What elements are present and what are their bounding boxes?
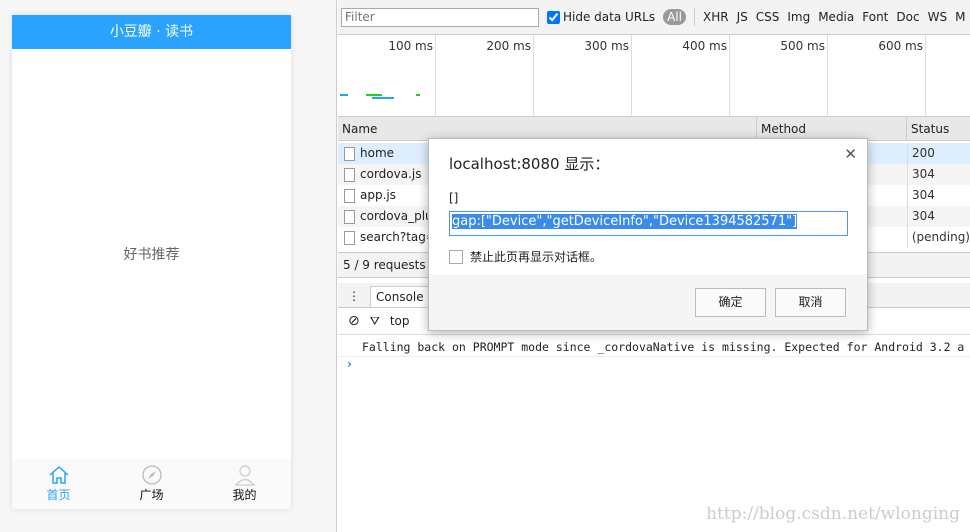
file-icon bbox=[344, 146, 355, 161]
dialog-title: localhost:8080 显示： bbox=[449, 155, 610, 173]
tick-label: 500 ms bbox=[730, 35, 828, 116]
dialog-footer: 确定 取消 bbox=[429, 275, 867, 330]
type-filter-ws[interactable]: WS bbox=[928, 10, 947, 24]
hide-data-urls-checkbox[interactable]: Hide data URLs bbox=[547, 10, 655, 24]
tick-label: 300 ms bbox=[534, 35, 632, 116]
console-prompt[interactable]: › bbox=[338, 357, 970, 371]
network-toolbar: Hide data URLs All XHR JS CSS Img Media … bbox=[338, 0, 970, 35]
request-name: home bbox=[360, 146, 395, 160]
type-filter-more[interactable]: M bbox=[955, 10, 965, 24]
suppress-dialogs-checkbox[interactable]: 禁止此页再显示对话框。 bbox=[449, 248, 867, 265]
checkbox-label: Hide data URLs bbox=[563, 10, 656, 24]
network-overview[interactable]: 100 ms 200 ms 300 ms 400 ms 500 ms 600 m… bbox=[338, 35, 970, 117]
type-filter-js[interactable]: JS bbox=[737, 10, 748, 24]
file-icon bbox=[344, 209, 355, 224]
column-status[interactable]: Status bbox=[907, 117, 949, 140]
request-status: 304 bbox=[907, 185, 935, 206]
checkbox[interactable] bbox=[547, 10, 560, 24]
tick-label: 100 ms bbox=[338, 35, 436, 116]
request-name: cordova.js bbox=[360, 167, 422, 181]
file-icon bbox=[344, 167, 355, 182]
request-status: (pending) bbox=[906, 227, 970, 248]
watermark: http://blog.csdn.net/wlonging bbox=[706, 504, 960, 524]
column-name[interactable]: Name bbox=[338, 117, 757, 140]
timing-bar bbox=[416, 94, 420, 96]
tab-mine[interactable]: 我的 bbox=[198, 459, 291, 509]
clear-console-icon[interactable]: ⊘ bbox=[348, 313, 360, 329]
type-filter-doc[interactable]: Doc bbox=[896, 10, 919, 24]
timing-bar bbox=[340, 94, 348, 96]
prompt-input[interactable]: gap:["Device","getDeviceInfo","Device139… bbox=[449, 211, 848, 236]
compass-icon bbox=[141, 465, 162, 485]
request-name: search?tag= bbox=[360, 230, 436, 244]
timing-bar bbox=[366, 94, 382, 96]
close-icon[interactable]: ✕ bbox=[844, 145, 857, 163]
type-filter-font[interactable]: Font bbox=[862, 10, 888, 24]
tab-console[interactable]: Console bbox=[370, 286, 430, 307]
type-filter-css[interactable]: CSS bbox=[756, 10, 780, 24]
tab-bar: 首页 广场 我的 bbox=[12, 459, 291, 509]
request-status: 200 bbox=[907, 143, 935, 164]
type-filter-img[interactable]: Img bbox=[787, 10, 810, 24]
file-icon bbox=[344, 188, 355, 203]
user-icon bbox=[234, 465, 255, 486]
request-status: 304 bbox=[907, 164, 935, 185]
input-value: gap:["Device","getDeviceInfo","Device139… bbox=[452, 214, 798, 229]
console-message: Falling back on PROMPT mode since _cordo… bbox=[338, 335, 970, 357]
tab-label: 我的 bbox=[232, 488, 257, 502]
tab-label: 首页 bbox=[46, 488, 71, 502]
mobile-app: 小豆瓣 · 读书 好书推荐 首页 广场 我的 bbox=[12, 15, 291, 509]
app-header: 小豆瓣 · 读书 bbox=[12, 15, 291, 49]
recommend-text: 好书推荐 bbox=[123, 247, 180, 263]
timing-bar bbox=[372, 97, 394, 99]
request-name: app.js bbox=[360, 188, 396, 202]
home-icon bbox=[49, 465, 68, 484]
type-filter-all[interactable]: All bbox=[663, 9, 686, 25]
type-filter-xhr[interactable]: XHR bbox=[703, 10, 729, 24]
tab-square[interactable]: 广场 bbox=[105, 459, 198, 509]
filter-icon[interactable]: ⛛ bbox=[370, 314, 380, 329]
more-menu-icon[interactable]: ⋮ bbox=[348, 289, 360, 307]
tick-label: 200 ms bbox=[436, 35, 534, 116]
tab-home[interactable]: 首页 bbox=[12, 459, 105, 509]
device-viewport: 小豆瓣 · 读书 好书推荐 首页 广场 我的 bbox=[0, 0, 337, 532]
checkbox[interactable] bbox=[449, 249, 463, 264]
filter-input[interactable] bbox=[341, 7, 539, 27]
tab-label: 广场 bbox=[139, 488, 164, 502]
context-select[interactable]: top bbox=[390, 314, 410, 328]
dialog-message: [] bbox=[449, 191, 459, 205]
prompt-dialog: localhost:8080 显示： ✕ [] gap:["Device","g… bbox=[428, 138, 868, 331]
file-icon bbox=[344, 230, 355, 245]
tick-label: 400 ms bbox=[632, 35, 730, 116]
cancel-button[interactable]: 取消 bbox=[775, 288, 846, 317]
checkbox-label: 禁止此页再显示对话框。 bbox=[470, 250, 603, 264]
column-method[interactable]: Method bbox=[757, 117, 907, 140]
ok-button[interactable]: 确定 bbox=[695, 288, 766, 317]
divider bbox=[693, 8, 695, 26]
type-filter-media[interactable]: Media bbox=[818, 10, 854, 24]
tick-label: 600 ms bbox=[828, 35, 926, 116]
request-status: 304 bbox=[907, 206, 935, 227]
